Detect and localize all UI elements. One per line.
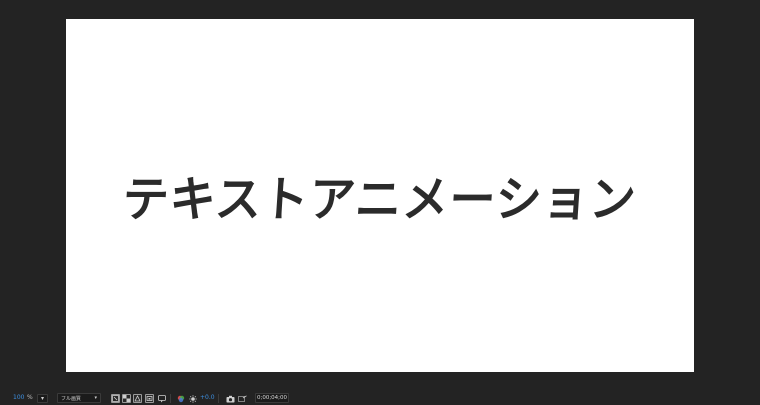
camera-snapshot-icon[interactable] (226, 394, 235, 403)
region-of-interest-icon[interactable] (111, 394, 120, 403)
mask-visibility-icon[interactable] (133, 394, 142, 403)
exposure-value[interactable]: +0.0 (200, 394, 215, 401)
zoom-unit: % (27, 394, 33, 401)
zoom-dropdown[interactable]: ▾ (37, 394, 48, 403)
chevron-down-icon: ▾ (94, 395, 97, 401)
canvas-text-layer[interactable]: テキストアニメーション (121, 161, 639, 230)
toolbar-divider (218, 394, 219, 403)
resolution-label: フル画質 (61, 395, 82, 402)
toolbar-divider (170, 394, 171, 403)
show-snapshot-icon[interactable] (238, 394, 247, 403)
snapshot-comment-icon[interactable] (157, 394, 166, 403)
transparency-grid-icon[interactable] (122, 394, 131, 403)
color-channels-icon[interactable] (176, 394, 185, 403)
3d-view-icon[interactable] (145, 394, 154, 403)
viewer-toolbar: 100 % ▾ フル画質 ▾ +0.0 0;00;04;00 (0, 392, 760, 405)
resolution-dropdown[interactable]: フル画質 ▾ (57, 393, 101, 403)
current-timecode[interactable]: 0;00;04;00 (255, 393, 289, 403)
composition-viewer: テキストアニメーション (0, 0, 760, 390)
chevron-down-icon: ▾ (40, 395, 44, 402)
exposure-reset-icon[interactable] (188, 394, 197, 403)
composition-canvas[interactable]: テキストアニメーション (66, 19, 694, 372)
zoom-value[interactable]: 100 (13, 394, 24, 401)
